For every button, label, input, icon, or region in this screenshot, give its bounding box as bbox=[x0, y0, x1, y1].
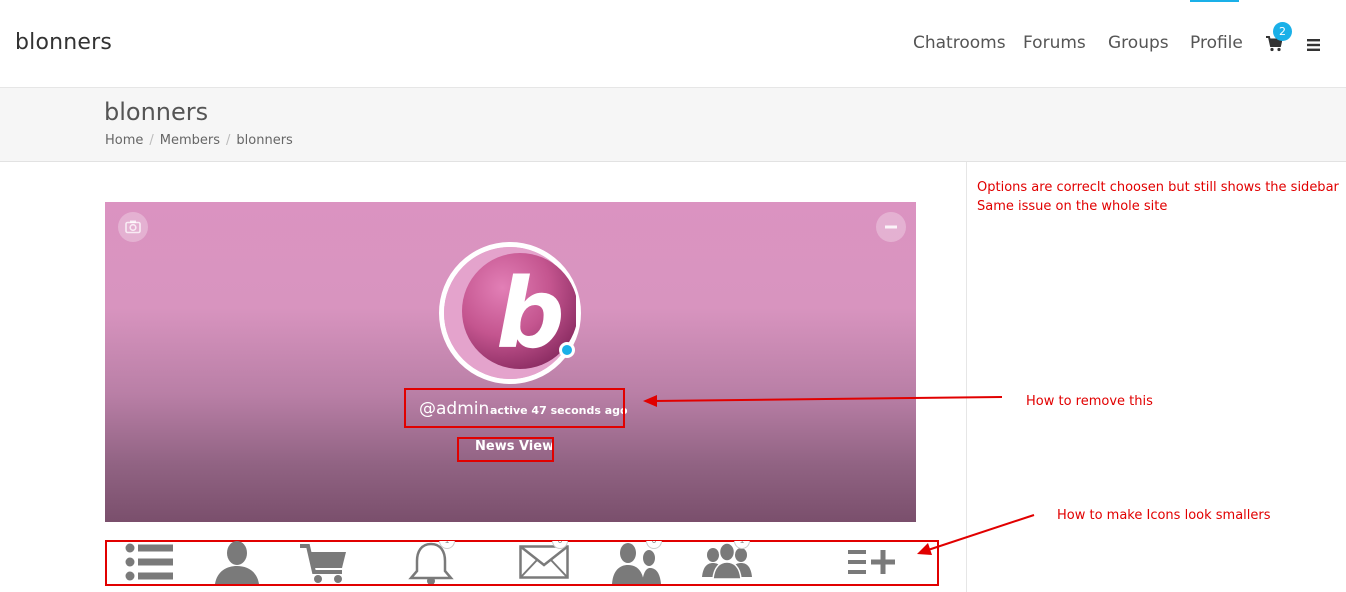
annotation-arrows bbox=[643, 395, 1035, 555]
messages-envelope-icon[interactable] bbox=[519, 545, 569, 579]
remove-note: How to remove this bbox=[1026, 394, 1153, 409]
profile-icon-bar: 1 0 0 1 bbox=[107, 541, 937, 584]
icons-note: How to make Icons look smallers bbox=[1057, 508, 1271, 523]
sidebar-note-1: Options are correclt choosen but still s… bbox=[977, 180, 1339, 195]
activity-list-icon[interactable] bbox=[125, 543, 173, 583]
sidebar-note-2: Same issue on the whole site bbox=[977, 199, 1168, 214]
cart-icon[interactable] bbox=[300, 544, 348, 584]
profile-icon[interactable] bbox=[213, 541, 261, 584]
more-menu-icon[interactable] bbox=[848, 549, 896, 575]
